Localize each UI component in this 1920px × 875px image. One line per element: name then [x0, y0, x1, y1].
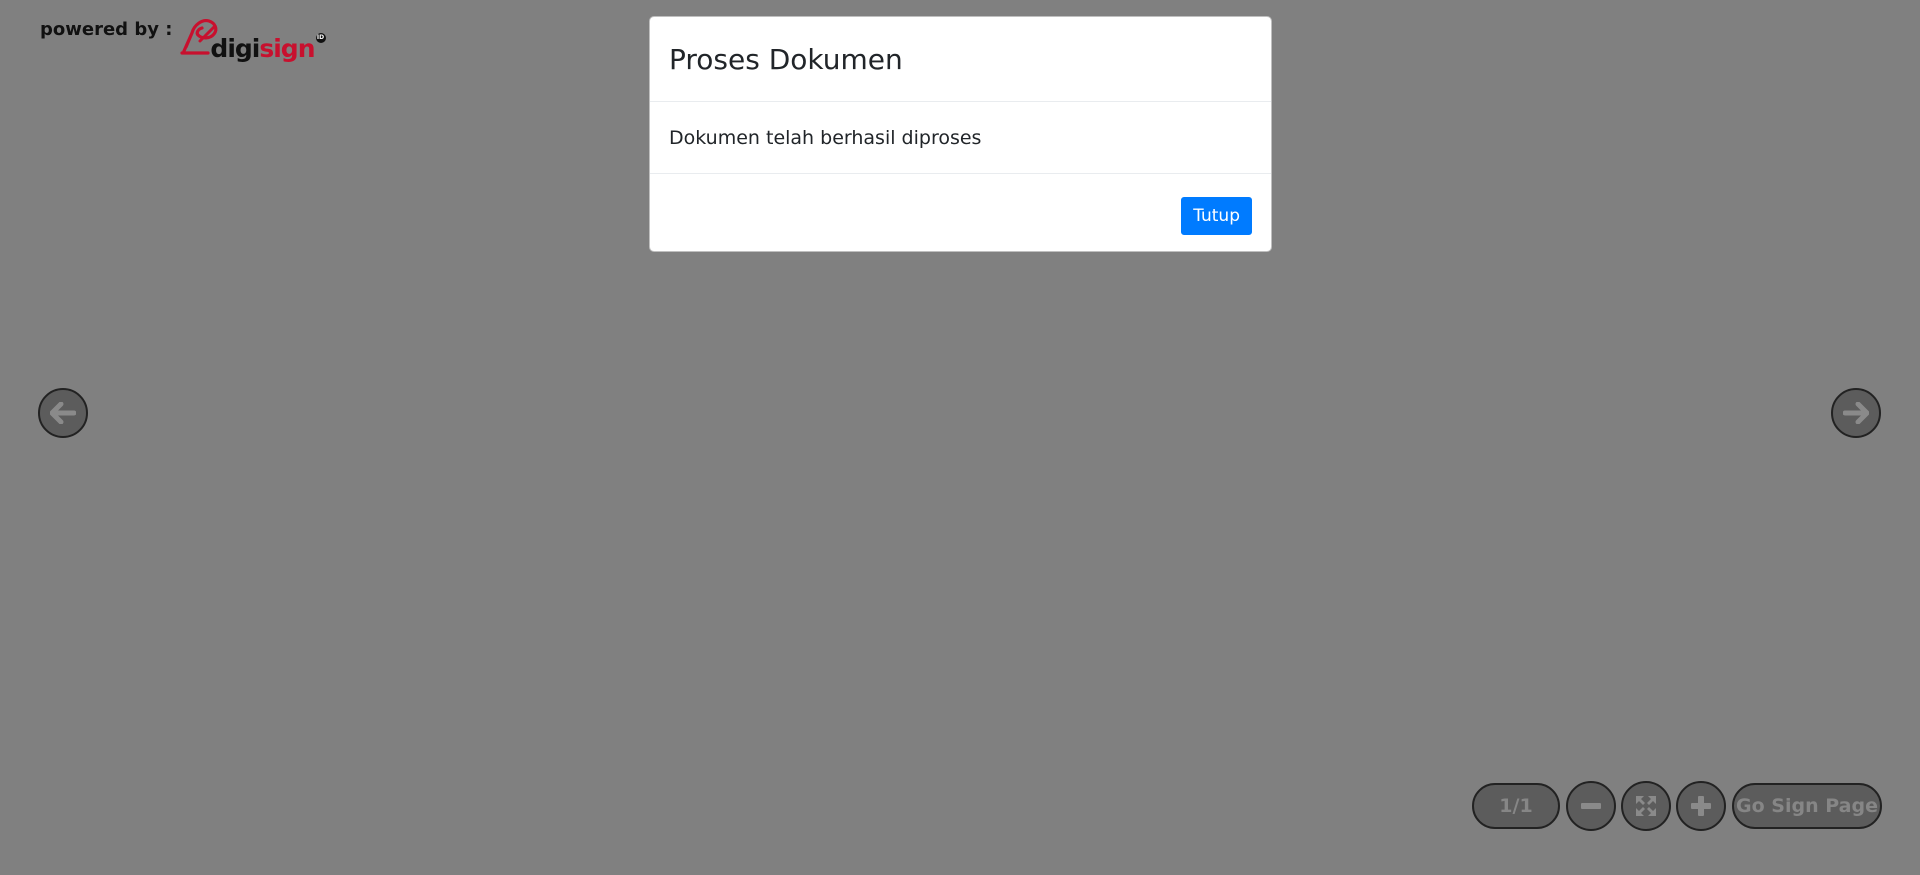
minus-icon	[1581, 803, 1601, 809]
modal-body: Dokumen telah berhasil diproses	[650, 102, 1271, 174]
modal-header: Proses Dokumen	[650, 17, 1271, 102]
go-sign-page-button[interactable]: Go Sign Page	[1732, 783, 1882, 829]
expand-icon	[1636, 796, 1656, 816]
branding: powered by : digisign ID	[40, 10, 326, 61]
plus-icon	[1691, 796, 1711, 816]
zoom-out-button[interactable]	[1566, 781, 1616, 831]
modal-message: Dokumen telah berhasil diproses	[669, 126, 982, 149]
logo-wordmark: digisign	[210, 34, 315, 63]
logo-text-digi: digi	[210, 34, 260, 63]
zoom-in-button[interactable]	[1676, 781, 1726, 831]
digisign-logo: digisign ID	[178, 13, 326, 61]
fit-page-button[interactable]	[1621, 781, 1671, 831]
logo-badge: ID	[315, 33, 326, 43]
logo-text-sign: sign	[259, 34, 315, 63]
arrow-right-icon	[1843, 402, 1869, 424]
arrow-left-icon	[50, 402, 76, 424]
close-button[interactable]: Tutup	[1181, 196, 1252, 235]
modal-footer: Tutup	[650, 174, 1271, 251]
modal-title: Proses Dokumen	[669, 42, 903, 76]
next-page-button[interactable]	[1831, 388, 1881, 438]
page-indicator: 1/1	[1472, 783, 1560, 829]
viewer-toolbar: 1/1 Go Sign Page	[1472, 781, 1882, 831]
powered-by-label: powered by :	[40, 18, 173, 40]
process-document-modal: Proses Dokumen Dokumen telah berhasil di…	[649, 16, 1272, 252]
previous-page-button[interactable]	[38, 388, 88, 438]
